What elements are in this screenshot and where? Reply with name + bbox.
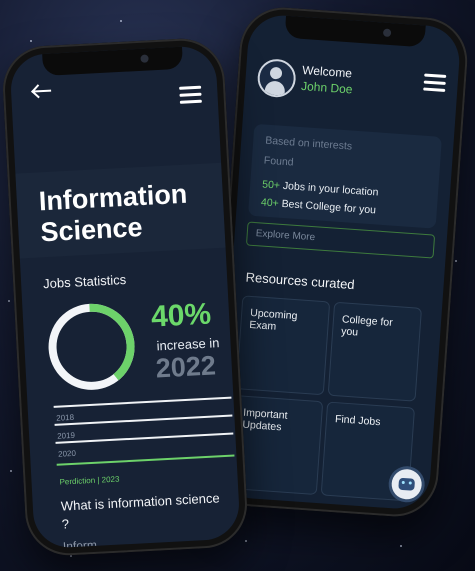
- dashboard-header: Welcome John Doe: [256, 54, 447, 113]
- tile-label: Find Jobs: [334, 413, 381, 429]
- based-on-label: Based on interests: [264, 134, 353, 153]
- year-label: 2019: [56, 430, 76, 441]
- user-avatar-icon[interactable]: [256, 57, 297, 99]
- increase-year: 2022: [154, 350, 217, 384]
- jobs-count: 50+: [261, 178, 281, 192]
- page-title: Information Science: [38, 178, 188, 248]
- progress-ring: [48, 303, 135, 390]
- resources-title: Resources curated: [245, 269, 356, 293]
- back-arrow-icon[interactable]: [31, 83, 54, 100]
- tile-upcoming-exam[interactable]: Upcoming Exam: [235, 295, 331, 396]
- username: John Doe: [300, 78, 353, 97]
- jobs-count-text: Jobs in your location: [282, 179, 379, 199]
- dashboard-screen: Welcome John Doe Based on interests Foun…: [216, 13, 462, 511]
- tile-label: Upcoming Exam: [248, 306, 298, 333]
- year-label: 2020: [57, 448, 77, 459]
- college-count: 40+: [260, 196, 280, 210]
- found-label: Found: [263, 154, 295, 169]
- year-bar: [54, 414, 233, 426]
- question-heading: What is information science ?: [60, 490, 220, 532]
- phone-dashboard: Welcome John Doe Based on interests Foun…: [207, 4, 471, 520]
- phone-notch: [284, 15, 426, 48]
- prediction-label: Perdiction | 2023: [59, 474, 120, 487]
- detail-screen: Information Science Jobs Statistics 40% …: [9, 44, 241, 550]
- year-bar: [55, 432, 234, 444]
- tile-college-for-you[interactable]: College for you: [327, 301, 423, 402]
- college-count-row[interactable]: 40+ Best College for you: [261, 196, 377, 216]
- interests-card: Based on interests Found 50+ Jobs in you…: [248, 123, 442, 229]
- phone-detail: Information Science Jobs Statistics 40% …: [0, 36, 250, 558]
- partial-text: Inform...: [62, 537, 108, 550]
- phone-notch: [42, 46, 184, 76]
- tile-label: College for you: [340, 313, 394, 339]
- jobs-count-row[interactable]: 50+ Jobs in your location: [262, 178, 379, 198]
- menu-icon[interactable]: [179, 85, 202, 105]
- college-count-text: Best College for you: [281, 197, 377, 217]
- increase-percent: 40%: [150, 297, 212, 334]
- jobs-statistics-heading: Jobs Statistics: [42, 271, 127, 292]
- welcome-label: Welcome: [301, 62, 353, 81]
- menu-icon[interactable]: [423, 73, 447, 92]
- year-label: 2018: [56, 412, 75, 423]
- tile-label: Important Updates: [241, 406, 288, 434]
- year-bar: [53, 396, 232, 408]
- prediction-bar: [56, 454, 235, 466]
- explore-more-input[interactable]: Explore More: [245, 221, 436, 259]
